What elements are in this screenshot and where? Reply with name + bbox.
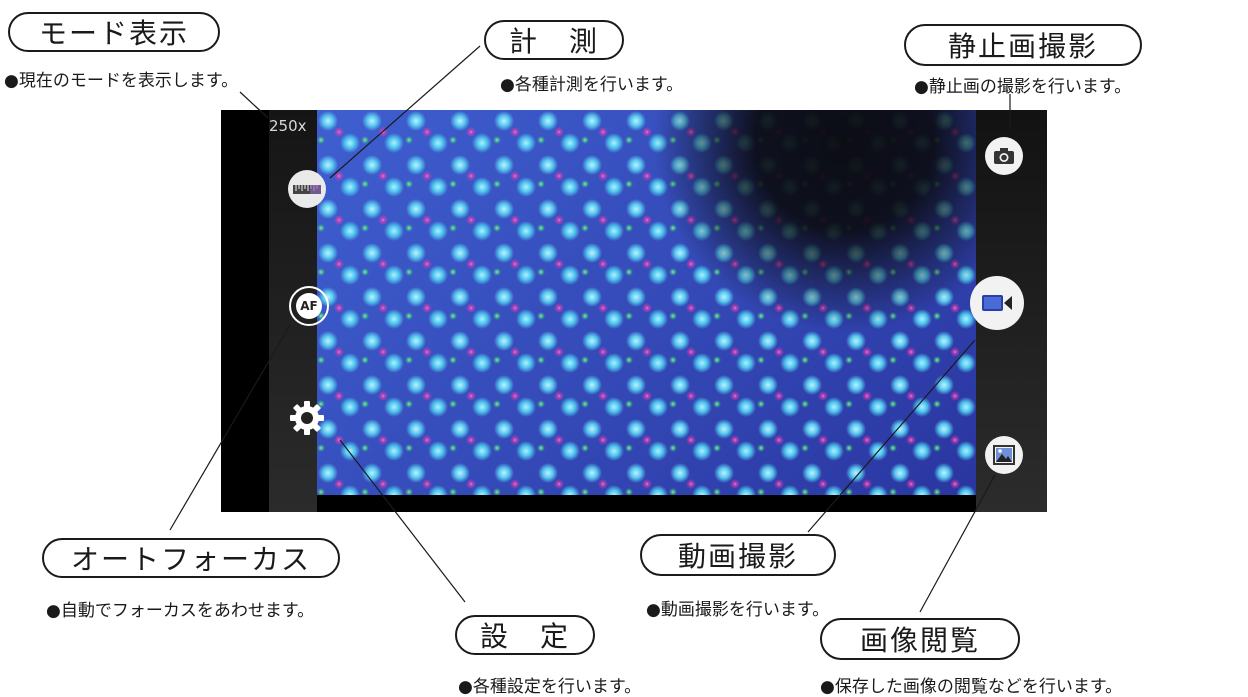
image-view-desc: ●保存した画像の閲覧などを行います。 [820,677,1123,697]
image-view-button[interactable] [985,436,1023,474]
video-capture-title: 動画撮影 [640,534,836,576]
camera-icon [994,148,1014,164]
mode-indicator: 250x [269,117,307,135]
measure-button[interactable] [288,170,326,208]
autofocus-title: オートフォーカス [42,538,340,578]
af-icon: AF [296,293,322,319]
mode-display-title: モード表示 [8,12,220,52]
settings-desc: ●各種設定を行います。 [458,677,642,697]
microscope-viewfinder [317,110,976,495]
still-capture-button[interactable] [985,137,1023,175]
video-camera-icon [982,295,1012,311]
video-capture-button[interactable] [970,276,1024,330]
settings-title: 設 定 [455,615,595,655]
autofocus-button[interactable]: AF [289,286,329,326]
video-capture-desc: ●動画撮影を行います。 [646,600,830,620]
mode-display-desc: ●現在のモードを表示します。 [4,71,239,91]
measure-desc: ●各種計測を行います。 [500,75,684,95]
autofocus-desc: ●自動でフォーカスをあわせます。 [46,601,315,621]
still-capture-title: 静止画撮影 [904,24,1142,66]
image-view-title: 画像閲覧 [820,618,1020,660]
still-capture-desc: ●静止画の撮影を行います。 [914,77,1132,97]
ruler-icon [293,185,321,194]
measure-title: 計 測 [484,20,624,60]
device-screen: 250x AF [221,110,1047,512]
image-icon [993,445,1015,465]
gear-icon[interactable] [289,400,325,436]
